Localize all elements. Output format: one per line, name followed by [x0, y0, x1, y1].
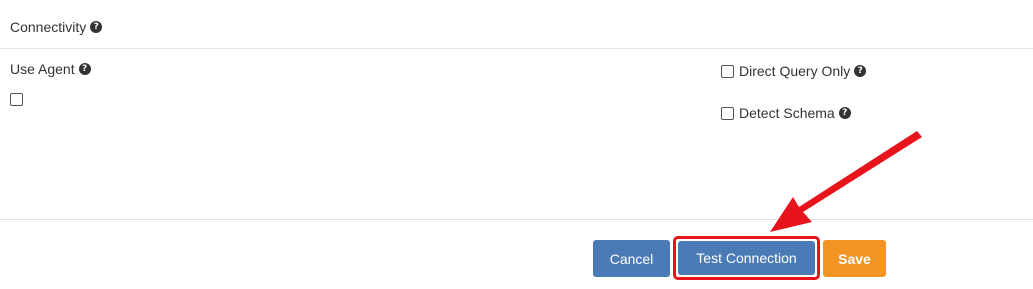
footer-divider [0, 219, 1033, 220]
use-agent-heading: Use Agent ? [10, 61, 91, 77]
test-connection-button[interactable]: Test Connection [678, 241, 815, 275]
question-circle-icon[interactable]: ? [838, 107, 851, 119]
connection-settings-panel: Connectivity ? Use Agent ? Direct Query … [0, 0, 1033, 289]
detect-schema-label: Detect Schema [739, 105, 835, 121]
cancel-button[interactable]: Cancel [593, 240, 670, 277]
question-circle-icon[interactable]: ? [90, 21, 103, 33]
use-agent-label: Use Agent [10, 61, 75, 77]
direct-query-label: Direct Query Only [739, 63, 851, 79]
detect-schema-option[interactable]: Detect Schema ? [721, 105, 851, 121]
question-circle-icon[interactable]: ? [78, 63, 91, 75]
use-agent-checkbox[interactable] [10, 93, 23, 106]
connectivity-title: Connectivity [10, 19, 87, 35]
detect-schema-checkbox[interactable] [721, 106, 734, 120]
direct-query-option[interactable]: Direct Query Only ? [721, 63, 867, 79]
save-button[interactable]: Save [823, 240, 886, 277]
direct-query-checkbox[interactable] [721, 64, 734, 78]
connectivity-heading: Connectivity ? [10, 19, 103, 35]
divider [0, 48, 1033, 49]
question-circle-icon[interactable]: ? [854, 65, 867, 77]
